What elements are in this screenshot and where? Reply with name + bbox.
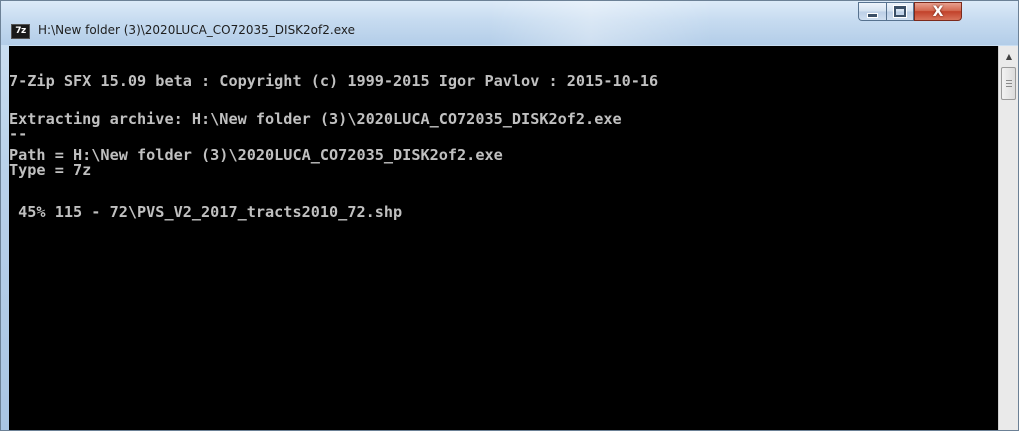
console-output[interactable]: 7-Zip SFX 15.09 beta : Copyright (c) 199…	[9, 46, 998, 430]
chevron-up-icon[interactable]: ▲	[1001, 48, 1017, 64]
close-icon: X	[932, 3, 944, 20]
console-lines: 7-Zip SFX 15.09 beta : Copyright (c) 199…	[9, 46, 998, 430]
grip-line	[1006, 83, 1012, 84]
minimize-icon	[867, 12, 878, 18]
window-title: H:\New folder (3)\2020LUCA_CO72035_DISK2…	[38, 23, 355, 37]
console-window: 7z H:\New folder (3)\2020LUCA_CO72035_DI…	[0, 0, 1019, 431]
console-line-type: Type = 7z	[9, 161, 92, 179]
title-bar[interactable]: 7z H:\New folder (3)\2020LUCA_CO72035_DI…	[1, 1, 1018, 45]
scroll-thumb[interactable]	[1001, 67, 1016, 100]
maximize-icon	[893, 5, 907, 18]
7zip-app-icon[interactable]: 7z	[11, 24, 30, 39]
maximize-button[interactable]	[886, 2, 914, 21]
minimize-button[interactable]	[858, 2, 886, 21]
console-line-progress: 45% 115 - 72\PVS_V2_2017_tracts2010_72.s…	[9, 203, 403, 221]
console-line-extracting: Extracting archive: H:\New folder (3)\20…	[9, 110, 622, 128]
grip-line	[1006, 80, 1012, 81]
vertical-scrollbar[interactable]: ▲	[998, 46, 1018, 430]
window-controls: X	[858, 2, 962, 22]
console-line-copyright: 7-Zip SFX 15.09 beta : Copyright (c) 199…	[9, 72, 659, 90]
grip-line	[1006, 86, 1012, 87]
close-button[interactable]: X	[914, 2, 962, 21]
console-line-separator: --	[9, 125, 28, 143]
